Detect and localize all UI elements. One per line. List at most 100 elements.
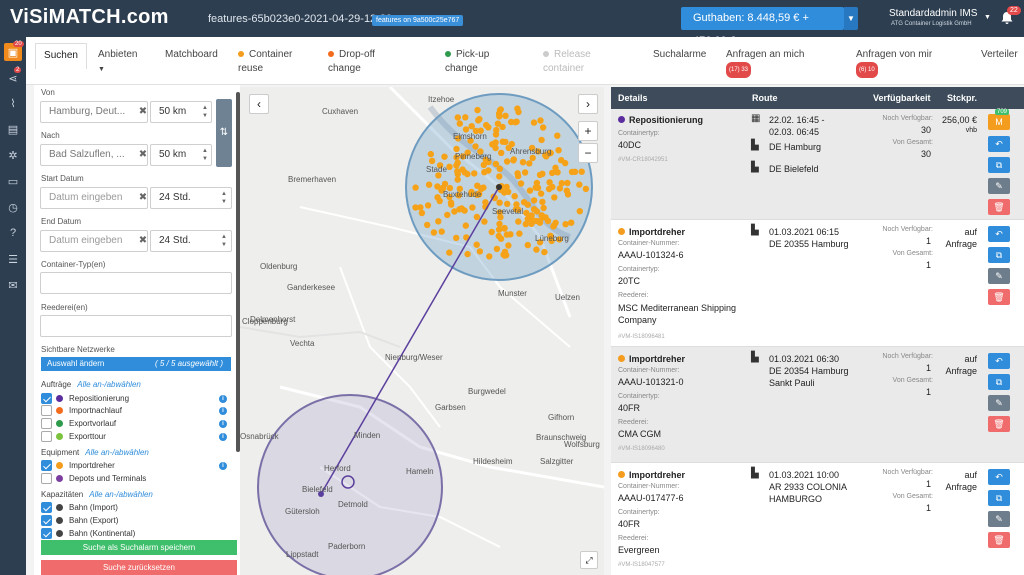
tab-pick-up-change[interactable]: Pick-up change xyxy=(445,48,505,76)
fullscreen-icon[interactable]: ⤢ xyxy=(580,551,598,569)
balance-dropdown-icon[interactable]: ▼ xyxy=(844,7,858,30)
gears-icon[interactable]: ✲ xyxy=(4,146,22,164)
offer-marker xyxy=(503,158,511,165)
end-range-spinner-icon[interactable]: ▲ ▼ xyxy=(218,230,230,252)
check-depots[interactable] xyxy=(41,473,52,484)
city-label: Munster xyxy=(498,289,527,298)
card-noch: 1 xyxy=(925,363,931,373)
reply-icon[interactable]: ↶ xyxy=(988,353,1010,369)
von-radius-spinner-icon[interactable]: ▲ ▼ xyxy=(199,101,211,123)
offer-marker xyxy=(488,228,495,236)
id-card-icon[interactable]: ▤ xyxy=(4,120,22,138)
start-date-input[interactable]: Datum eingeben xyxy=(40,187,148,209)
edit-icon[interactable]: ✎ xyxy=(988,268,1010,284)
mail-icon[interactable]: ✉ xyxy=(4,276,22,294)
copy-icon[interactable]: ⧉ xyxy=(988,157,1010,173)
info-icon[interactable]: i xyxy=(219,462,227,470)
save-alarm-button[interactable]: Suche als Suchalarm speichern xyxy=(41,540,237,555)
check-bahn-export[interactable] xyxy=(41,515,52,526)
von-input[interactable]: Hamburg, Deut... xyxy=(40,101,148,123)
nach-input[interactable]: Bad Salzuflen, ... xyxy=(40,144,148,166)
result-card[interactable]: Importdreher Container-Nummer: AAAU-1013… xyxy=(611,347,1024,463)
offer-marker xyxy=(481,218,488,225)
container-type-input[interactable] xyxy=(40,272,232,294)
tab-container-reuse[interactable]: Container reuse xyxy=(238,48,313,76)
info-icon[interactable]: i xyxy=(219,420,227,428)
copy-icon[interactable]: ⧉ xyxy=(988,490,1010,506)
swap-icon[interactable]: ⇅ xyxy=(216,99,232,167)
copy-icon[interactable]: ⧉ xyxy=(988,374,1010,390)
end-date-input[interactable]: Datum eingeben xyxy=(40,230,148,252)
check-exportvorlauf[interactable] xyxy=(41,418,52,429)
reply-icon[interactable]: ↶ xyxy=(988,469,1010,485)
check-bahn-import[interactable] xyxy=(41,502,52,513)
delete-icon[interactable]: 🗑 xyxy=(988,532,1010,548)
edit-icon[interactable]: ✎ xyxy=(988,178,1010,194)
match-button[interactable]: M xyxy=(988,114,1010,130)
tab-drop-off-change[interactable]: Drop-off change xyxy=(328,48,393,76)
tab-suchalarme[interactable]: Suchalarme xyxy=(653,48,706,62)
card-title: Repositionierung xyxy=(629,115,703,125)
zoom-out-button[interactable]: − xyxy=(578,143,598,163)
check-bahn-kontinental[interactable] xyxy=(41,528,52,539)
check-importnachlauf[interactable] xyxy=(41,405,52,416)
start-clear-icon[interactable]: ✖ xyxy=(136,187,150,209)
result-card[interactable]: Repositionierung Containertyp: 40DC #VM-… xyxy=(611,109,1024,220)
edit-icon[interactable]: ✎ xyxy=(988,511,1010,527)
check-repositionierung[interactable] xyxy=(41,393,52,404)
delete-icon[interactable]: 🗑 xyxy=(988,289,1010,305)
city-label: Garbsen xyxy=(435,403,466,412)
bahn-import-label: Bahn (Import) xyxy=(69,503,118,512)
card-value: 40FR xyxy=(618,403,641,413)
tab-anbieten[interactable]: Anbieten ▼ xyxy=(98,48,137,77)
map-view[interactable]: Cuxhaven Itzehoe Elmshorn Pinneberg Ahrensbu… xyxy=(240,87,604,575)
info-icon[interactable]: i xyxy=(219,407,227,415)
networks-button[interactable]: Auswahl ändern ( 5 / 5 ausgewählt ) xyxy=(41,357,231,371)
app-logo[interactable]: ViSiMATCH.com xyxy=(10,6,169,29)
result-card[interactable]: Importdreher Container-Nummer: AAAU-0174… xyxy=(611,463,1024,575)
start-range-spinner-icon[interactable]: ▲ ▼ xyxy=(218,187,230,209)
expand-right-icon[interactable]: › xyxy=(578,94,598,114)
nach-radius-spinner-icon[interactable]: ▲ ▼ xyxy=(199,144,211,166)
tab-matchboard[interactable]: Matchboard xyxy=(165,48,218,62)
tab-anfragen-von-mir[interactable]: Anfragen von mir (6) 10 xyxy=(856,48,932,78)
edit-icon[interactable]: ✎ xyxy=(988,395,1010,411)
result-card[interactable]: Importdreher Container-Nummer: AAAU-1013… xyxy=(611,220,1024,347)
reply-icon[interactable]: ↶ xyxy=(988,226,1010,242)
user-caret-icon[interactable]: ▼ xyxy=(984,14,991,21)
nach-clear-icon[interactable]: ✖ xyxy=(136,144,150,166)
kapazitaeten-toggle-all[interactable]: Alle an-/abwählen xyxy=(89,490,153,499)
info-icon[interactable]: i xyxy=(219,395,227,403)
zoom-in-button[interactable]: + xyxy=(578,121,598,141)
help-icon[interactable]: ? xyxy=(4,224,22,242)
offer-marker xyxy=(425,181,433,188)
balance-button[interactable]: Guthaben: 8.448,59 € + 476,00 € xyxy=(681,7,844,47)
tab-anfragen-an-mich[interactable]: Anfragen an mich (17) 33 xyxy=(726,48,804,78)
delete-icon[interactable]: 🗑 xyxy=(988,416,1010,432)
tab-verteiler[interactable]: Verteiler xyxy=(981,48,1018,62)
equipment-toggle-all[interactable]: Alle an-/abwählen xyxy=(85,448,149,457)
auftraege-toggle-all[interactable]: Alle an-/abwählen xyxy=(77,380,141,389)
check-importdreher[interactable] xyxy=(41,460,52,471)
check-exporttour[interactable] xyxy=(41,431,52,442)
tab-release-container[interactable]: Release container xyxy=(543,48,603,76)
card-label: Reederei: xyxy=(618,292,649,299)
info-icon[interactable]: i xyxy=(219,433,227,441)
reset-search-button[interactable]: Suche zurücksetzen xyxy=(41,560,237,575)
collapse-left-icon[interactable]: ‹ xyxy=(249,94,269,114)
offer-marker xyxy=(472,143,479,150)
von-clear-icon[interactable]: ✖ xyxy=(136,101,150,123)
list-icon[interactable]: ☰ xyxy=(4,250,22,268)
offer-marker xyxy=(446,249,453,256)
card-color-dot xyxy=(618,471,625,478)
tab-suchen[interactable]: Suchen xyxy=(35,43,87,69)
end-clear-icon[interactable]: ✖ xyxy=(136,230,150,252)
chart-icon[interactable]: ⌇ xyxy=(4,94,22,112)
copy-icon[interactable]: ⧉ xyxy=(988,247,1010,263)
user-menu[interactable]: Standardadmin IMS ATG Container Logistik… xyxy=(889,8,977,27)
reply-icon[interactable]: ↶ xyxy=(988,136,1010,152)
delete-icon[interactable]: 🗑 xyxy=(988,199,1010,215)
timer-icon[interactable]: ◷ xyxy=(4,198,22,216)
money-icon[interactable]: ▭ xyxy=(4,172,22,190)
reederei-input[interactable] xyxy=(40,315,232,337)
